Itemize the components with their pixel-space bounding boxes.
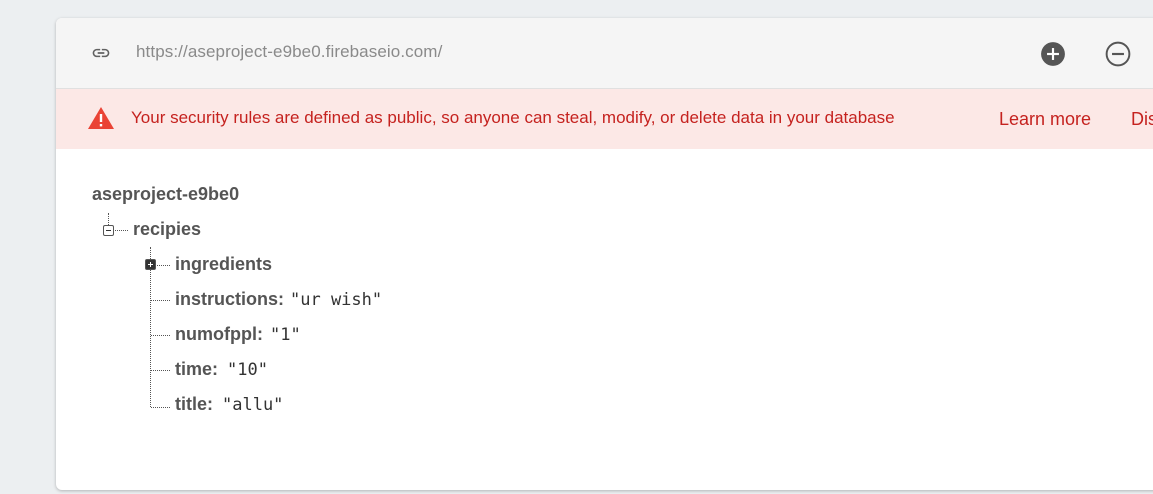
security-warning-banner: Your security rules are defined as publi… [56, 89, 1153, 149]
tree-connector [151, 407, 170, 408]
link-icon [92, 48, 110, 58]
tree-node-title[interactable]: title: [175, 394, 213, 415]
tree-node-instructions[interactable]: instructions: [175, 289, 284, 310]
url-bar: https://aseproject-e9be0.firebaseio.com/ [56, 18, 1153, 89]
tree-connector [151, 370, 170, 371]
remove-circle-icon[interactable] [1105, 41, 1131, 67]
key-separator: : [207, 394, 214, 414]
expand-toggle-icon[interactable] [145, 259, 156, 270]
tree-node-ingredients[interactable]: ingredients [175, 254, 272, 275]
tree-node-recipies[interactable]: recipies [133, 219, 201, 240]
tree-connector [151, 335, 170, 336]
tree-root-label[interactable]: aseproject-e9be0 [92, 184, 239, 205]
learn-more-link[interactable]: Learn more [999, 109, 1091, 130]
tree-connector [150, 247, 151, 407]
warning-triangle-icon [88, 107, 114, 129]
warning-message: Your security rules are defined as publi… [131, 108, 895, 127]
tree-connector [115, 230, 128, 231]
key-separator: : [256, 324, 263, 344]
tree-connector [157, 265, 170, 266]
database-url[interactable]: https://aseproject-e9be0.firebaseio.com/ [136, 42, 442, 62]
tree-value-title[interactable]: "allu" [222, 395, 283, 415]
tree-value-numofppl[interactable]: "1" [270, 325, 301, 345]
data-tree: aseproject-e9be0 recipies ingredients in… [56, 149, 1153, 490]
key-separator: : [278, 289, 285, 309]
add-circle-icon[interactable] [1040, 41, 1066, 67]
tree-node-numofppl[interactable]: numofppl: [175, 324, 263, 345]
database-panel: https://aseproject-e9be0.firebaseio.com/… [56, 18, 1153, 490]
key-separator: : [212, 359, 219, 379]
tree-value-instructions[interactable]: "ur wish" [290, 290, 382, 310]
dismiss-button[interactable]: Dis [1131, 109, 1153, 130]
collapse-toggle-icon[interactable] [103, 225, 114, 236]
tree-node-time[interactable]: time: [175, 359, 218, 380]
tree-value-time[interactable]: "10" [227, 360, 268, 380]
tree-connector [108, 213, 109, 225]
tree-connector [151, 300, 170, 301]
